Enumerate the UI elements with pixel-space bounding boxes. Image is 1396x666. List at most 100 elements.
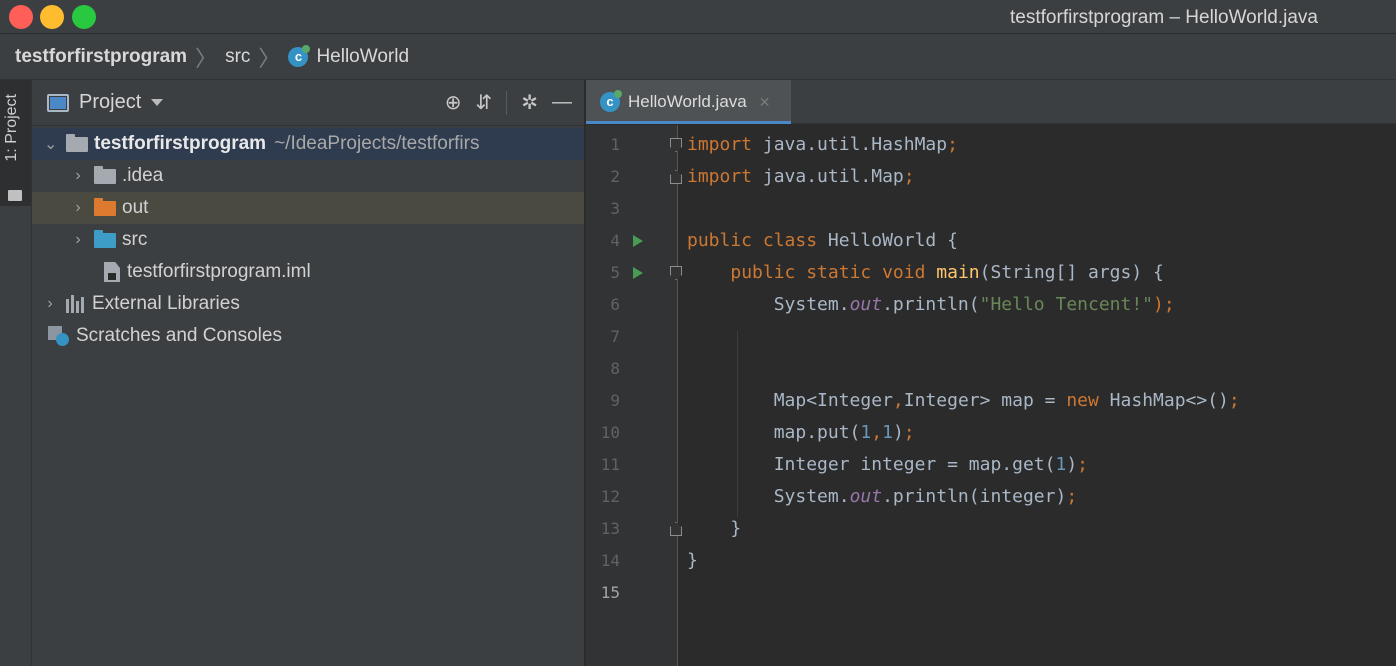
folder-blue-icon (94, 229, 116, 248)
code-line-current[interactable]: 15 (586, 577, 1396, 609)
libraries-icon (66, 295, 84, 313)
tree-item-label: Scratches and Consoles (76, 325, 282, 346)
tree-item-label: .idea (122, 165, 164, 186)
code-line[interactable]: 9 Map<Integer,Integer> map = new HashMap… (586, 385, 1396, 417)
breadcrumb-project[interactable]: testforfirstprogram (15, 46, 187, 68)
breadcrumb-file[interactable]: HelloWorld (316, 46, 409, 68)
window-title: testforfirstprogram – HelloWorld.java (1010, 7, 1318, 28)
code-line[interactable]: 6 System.out.println("Hello Tencent!"); (586, 289, 1396, 321)
code-line[interactable]: 14 } (586, 545, 1396, 577)
code-text: import java.util.HashMap; (687, 134, 958, 155)
fold-icon[interactable] (670, 138, 682, 152)
project-view-selector[interactable]: Project (79, 91, 141, 114)
gear-icon[interactable]: ✲ (521, 90, 538, 115)
zoom-window-button[interactable] (72, 5, 96, 29)
scratches-icon (48, 326, 70, 346)
code-line[interactable]: 13 } (586, 513, 1396, 545)
breadcrumb-separator-icon: 〉 (195, 45, 218, 71)
line-number: 7 (610, 327, 620, 346)
tree-item-label: out (122, 197, 149, 218)
minimize-window-button[interactable] (40, 5, 64, 29)
close-icon[interactable]: ✕ (759, 94, 771, 111)
tree-item-external-libraries[interactable]: › External Libraries (32, 288, 584, 320)
title-bar: testforfirstprogram – HelloWorld.java (0, 0, 1396, 34)
folder-icon (94, 165, 116, 184)
chevron-right-icon[interactable]: › (72, 199, 84, 217)
tree-item-src[interactable]: › src (32, 224, 584, 256)
tab-helloworld-java[interactable]: c HelloWorld.java ✕ (586, 80, 791, 124)
java-class-icon: c (288, 44, 311, 67)
code-line[interactable]: 4 public class HelloWorld { (586, 225, 1396, 257)
tool-window-stripe: 1: Project (0, 80, 32, 666)
fold-icon[interactable] (670, 170, 682, 184)
chevron-right-icon[interactable]: › (44, 295, 56, 313)
code-line[interactable]: 12 System.out.println(integer); (586, 481, 1396, 513)
code-text: } (687, 550, 698, 571)
project-root-name: testforfirstprogram (94, 133, 267, 154)
chevron-right-icon[interactable]: › (72, 167, 84, 185)
toolbar-divider (506, 90, 508, 115)
code-line[interactable]: 2 import java.util.Map; (586, 161, 1396, 193)
module-file-icon (104, 262, 120, 282)
editor: c HelloWorld.java ✕ 1 import java.util.H… (586, 80, 1396, 666)
java-class-icon: c (600, 90, 622, 112)
line-number: 12 (600, 487, 620, 506)
chevron-down-icon[interactable]: ⌄ (44, 134, 57, 154)
project-tool-window-button[interactable]: 1: Project (0, 80, 31, 206)
code-line[interactable]: 3 (586, 193, 1396, 225)
code-line[interactable]: 11 Integer integer = map.get(1); (586, 449, 1396, 481)
code-line[interactable]: 5 public static void main(String[] args)… (586, 257, 1396, 289)
breadcrumb-src[interactable]: src (225, 46, 250, 68)
tree-item-label: src (122, 229, 148, 250)
code-line[interactable]: 1 import java.util.HashMap; (586, 129, 1396, 161)
run-icon[interactable] (633, 267, 643, 279)
breadcrumb: testforfirstprogram 〉 src 〉 c HelloWorld (0, 34, 1396, 80)
editor-tab-bar: c HelloWorld.java ✕ (586, 80, 1396, 124)
chevron-down-icon[interactable] (151, 99, 164, 106)
breadcrumb-separator-icon: 〉 (258, 45, 281, 71)
code-line[interactable]: 7 (586, 321, 1396, 353)
fold-icon[interactable] (670, 266, 682, 280)
code-text: public class HelloWorld { (687, 230, 958, 251)
tree-root-item[interactable]: ⌄ testforfirstprogram ~/IdeaProjects/tes… (32, 128, 584, 160)
code-text: Integer integer = map.get(1); (773, 454, 1088, 475)
tree-item-scratches[interactable]: Scratches and Consoles (32, 320, 584, 352)
code-line[interactable]: 10 map.put(1,1); (586, 417, 1396, 449)
code-line[interactable]: 8 (586, 353, 1396, 385)
folder-icon (8, 190, 22, 201)
code-text: import java.util.Map; (687, 166, 915, 187)
hide-panel-icon[interactable]: — (552, 91, 572, 114)
run-icon[interactable] (633, 235, 643, 247)
line-number: 6 (610, 295, 620, 314)
project-panel: Project ⊕ ⇵ ✲ — ⌄ testforfirstprogram ~/… (32, 80, 585, 666)
project-panel-toolbar: ⊕ ⇵ ✲ — (445, 90, 572, 115)
line-number: 11 (600, 455, 620, 474)
line-number: 14 (600, 551, 620, 570)
code-text: map.put(1,1); (773, 422, 915, 443)
line-number: 4 (610, 231, 620, 250)
project-folder-icon (66, 133, 88, 152)
tree-item-label: External Libraries (92, 293, 240, 314)
collapse-all-icon[interactable]: ⇵ (475, 90, 492, 115)
tree-item-iml[interactable]: testforfirstprogram.iml (32, 256, 584, 288)
tab-label: HelloWorld.java (628, 92, 747, 111)
line-number: 15 (600, 583, 620, 602)
line-number: 8 (610, 359, 620, 378)
code-text: System.out.println(integer); (773, 486, 1078, 507)
locate-file-icon[interactable]: ⊕ (445, 90, 462, 115)
project-root-path: ~/IdeaProjects/testforfirs (274, 133, 480, 154)
line-number: 13 (600, 519, 620, 538)
line-number: 9 (610, 391, 620, 410)
tree-item-idea[interactable]: › .idea (32, 160, 584, 192)
line-number: 1 (610, 135, 620, 154)
line-number: 3 (610, 199, 620, 218)
code-text: } (730, 518, 742, 539)
close-window-button[interactable] (9, 5, 33, 29)
fold-icon[interactable] (670, 522, 682, 536)
line-number: 2 (610, 167, 620, 186)
chevron-right-icon[interactable]: › (72, 231, 84, 249)
code-text: Map<Integer,Integer> map = new HashMap<>… (773, 390, 1240, 411)
tree-item-out[interactable]: › out (32, 192, 584, 224)
line-number: 5 (610, 263, 620, 282)
code-area[interactable]: 1 import java.util.HashMap; 2 import jav… (586, 125, 1396, 666)
